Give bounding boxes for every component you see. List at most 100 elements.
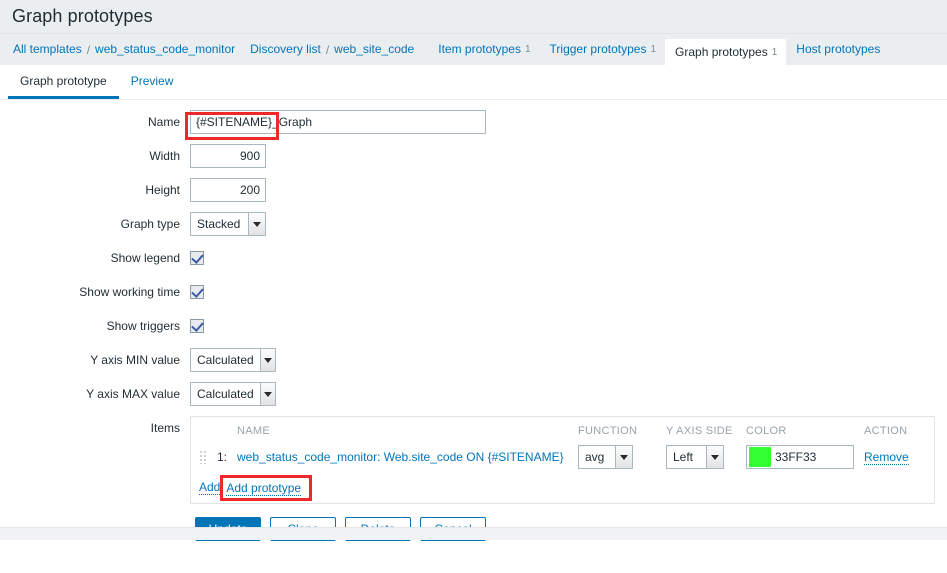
breadcrumb-link-item-prototypes[interactable]: Item prototypes — [437, 34, 522, 65]
breadcrumb-item-host-prototypes[interactable]: Host prototypes — [786, 34, 890, 65]
name-input[interactable] — [190, 110, 486, 134]
control-name — [185, 110, 486, 140]
remove-item-link[interactable]: Remove — [864, 450, 909, 465]
label-items: Items — [150, 421, 180, 435]
page-footer — [0, 527, 947, 540]
field-row-width: Width — [0, 144, 947, 168]
width-input[interactable] — [190, 144, 266, 168]
row-function-cell: avg — [578, 443, 666, 471]
show-triggers-checkbox[interactable] — [190, 319, 204, 333]
tab-preview[interactable]: Preview — [119, 65, 186, 99]
breadcrumb-count-item-prototypes: 1 — [524, 44, 531, 55]
row-index-cell: 1: — [217, 443, 237, 471]
row-action-cell: Remove — [864, 443, 926, 471]
tab-bar: Graph prototype Preview — [0, 65, 947, 100]
breadcrumb-link-trigger-prototypes[interactable]: Trigger prototypes — [549, 34, 648, 65]
field-row-name: Name — [0, 110, 947, 140]
column-header-name: NAME — [237, 425, 270, 437]
label-y-axis-max: Y axis MAX value — [86, 387, 180, 401]
graph-prototype-form: Name Width Height Graph type Stacked Sho… — [0, 100, 947, 541]
breadcrumb-link-web-status-code-monitor[interactable]: web_status_code_monitor — [94, 34, 236, 65]
chevron-down-icon — [615, 446, 632, 468]
label-show-working-time: Show working time — [79, 285, 180, 299]
y-axis-min-value: Calculated — [197, 353, 254, 367]
control-height — [190, 178, 266, 202]
row-y-axis-side-cell: Left — [666, 443, 746, 471]
label-graph-type: Graph type — [120, 217, 180, 231]
breadcrumb-item-item-prototypes[interactable]: Item prototypes 1 — [428, 34, 539, 65]
field-row-y-axis-min: Y axis MIN value Calculated — [0, 348, 947, 372]
items-header-row: NAME FUNCTION Y AXIS SIDE COLOR ACTION — [199, 423, 926, 443]
item-name-link[interactable]: web_status_code_monitor: Web.site_code O… — [237, 450, 564, 464]
field-row-items: Items NAME FUNCTION Y AXIS SIDE COLOR AC… — [0, 416, 947, 504]
breadcrumb-item-graph-prototypes[interactable]: Graph prototypes 1 — [665, 39, 787, 65]
field-row-height: Height — [0, 178, 947, 202]
add-item-link[interactable]: Add — [199, 480, 221, 495]
control-items: NAME FUNCTION Y AXIS SIDE COLOR ACTION 1… — [190, 416, 935, 504]
breadcrumb-link-graph-prototypes: Graph prototypes — [675, 45, 768, 59]
page-header: Graph prototypes — [0, 0, 947, 34]
tab-preview-label: Preview — [130, 73, 174, 88]
show-legend-checkbox[interactable] — [190, 251, 204, 265]
breadcrumb-link-web-site-code[interactable]: web_site_code — [333, 34, 415, 65]
item-y-axis-side-select[interactable]: Left — [666, 445, 724, 469]
table-row: 1: web_status_code_monitor: Web.site_cod… — [199, 443, 926, 471]
items-table-head: NAME FUNCTION Y AXIS SIDE COLOR ACTION — [199, 423, 926, 443]
graph-type-select[interactable]: Stacked — [190, 212, 266, 236]
breadcrumb-count-graph-prototypes: 1 — [771, 46, 778, 58]
breadcrumb-count-trigger-prototypes: 1 — [650, 44, 657, 55]
drag-handle-icon[interactable] — [199, 450, 208, 465]
breadcrumb-link-host-prototypes[interactable]: Host prototypes — [795, 34, 881, 65]
control-show-legend — [190, 246, 204, 268]
label-height: Height — [145, 183, 180, 197]
control-y-axis-max: Calculated — [190, 382, 276, 406]
add-prototype-link[interactable]: Add prototype — [226, 480, 302, 496]
label-y-axis-min: Y axis MIN value — [90, 353, 180, 367]
breadcrumb-separator: / — [86, 42, 91, 57]
item-function-value: avg — [585, 450, 605, 464]
field-row-y-axis-max: Y axis MAX value Calculated — [0, 382, 947, 406]
breadcrumb-group-discovery: Discovery list / web_site_code — [249, 34, 415, 65]
chevron-down-icon — [248, 213, 265, 235]
show-working-time-checkbox[interactable] — [190, 285, 204, 299]
breadcrumb-group-templates: All templates / web_status_code_monitor — [12, 34, 236, 65]
field-row-show-working-time: Show working time — [0, 280, 947, 304]
column-header-action: ACTION — [864, 425, 908, 437]
height-input[interactable] — [190, 178, 266, 202]
row-color-cell: 33FF33 — [746, 443, 864, 471]
row-drag-cell[interactable] — [199, 443, 217, 471]
row-index: 1: — [217, 450, 228, 464]
item-color-field[interactable]: 33FF33 — [746, 444, 854, 469]
items-box: NAME FUNCTION Y AXIS SIDE COLOR ACTION 1… — [190, 416, 935, 504]
breadcrumb-link-discovery-list[interactable]: Discovery list — [249, 34, 322, 65]
chevron-down-icon — [259, 349, 275, 371]
y-axis-min-select[interactable]: Calculated — [190, 348, 276, 372]
control-show-triggers — [190, 314, 204, 336]
chevron-down-icon — [706, 446, 723, 468]
graph-type-value: Stacked — [197, 217, 241, 231]
y-axis-max-select[interactable]: Calculated — [190, 382, 276, 406]
control-width — [190, 144, 266, 168]
tab-graph-prototype-label: Graph prototype — [20, 73, 107, 88]
page-title: Graph prototypes — [12, 6, 153, 26]
add-prototype-wrapper: Add prototype — [220, 474, 313, 501]
control-y-axis-min: Calculated — [190, 348, 276, 372]
control-show-working-time — [190, 280, 204, 302]
item-function-select[interactable]: avg — [578, 445, 633, 469]
tab-graph-prototype[interactable]: Graph prototype — [8, 65, 119, 99]
items-add-row: Add Add prototype — [199, 471, 926, 501]
label-width: Width — [149, 149, 180, 163]
column-header-index — [217, 423, 237, 443]
column-header-color: COLOR — [746, 425, 787, 437]
breadcrumb-item-trigger-prototypes[interactable]: Trigger prototypes 1 — [540, 34, 666, 65]
control-graph-type: Stacked — [190, 212, 266, 236]
label-show-legend: Show legend — [110, 251, 180, 265]
field-row-graph-type: Graph type Stacked — [0, 212, 947, 236]
row-name-cell: web_status_code_monitor: Web.site_code O… — [237, 443, 578, 471]
column-header-function: FUNCTION — [578, 425, 638, 437]
breadcrumb-link-all-templates[interactable]: All templates — [12, 34, 83, 65]
column-header-handle — [199, 423, 217, 443]
field-row-show-triggers: Show triggers — [0, 314, 947, 338]
items-table: NAME FUNCTION Y AXIS SIDE COLOR ACTION 1… — [199, 423, 926, 471]
color-swatch[interactable] — [749, 446, 771, 467]
